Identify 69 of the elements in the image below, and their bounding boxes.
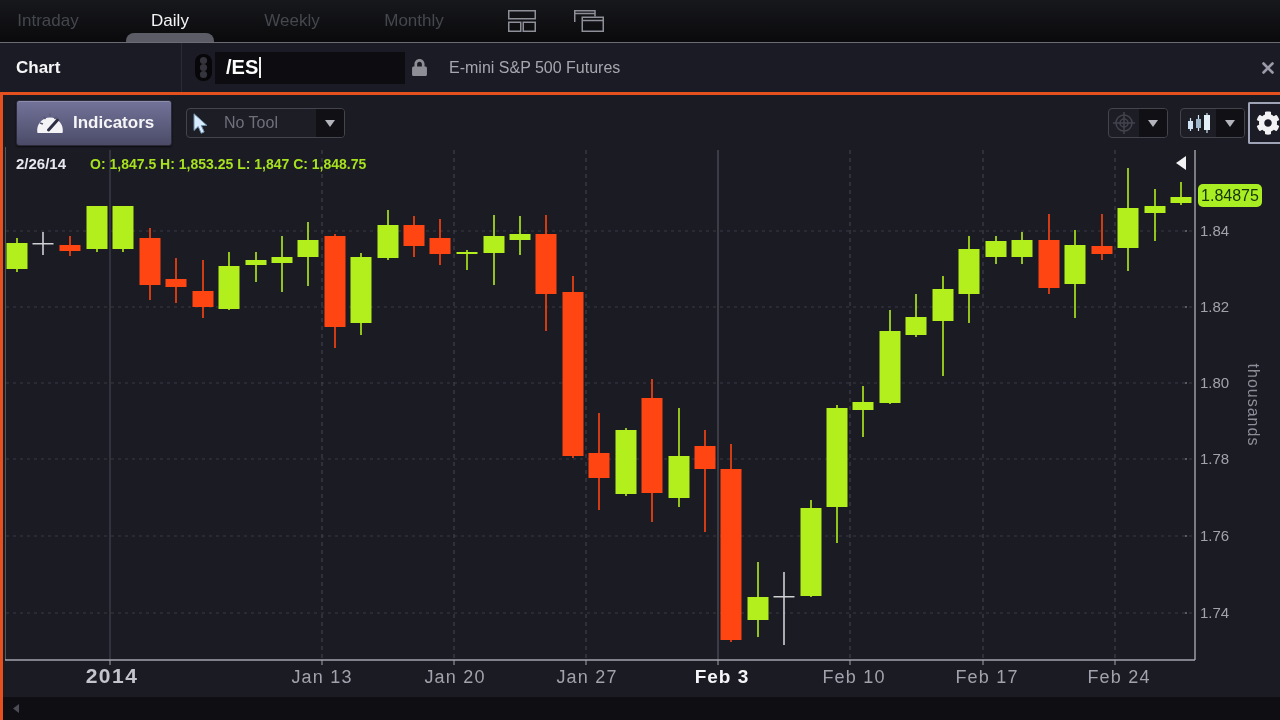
gauge-icon — [35, 111, 65, 135]
left-triangle-icon[interactable] — [1176, 156, 1186, 170]
settings-icon — [1256, 111, 1280, 135]
chart-type-dropdown[interactable] — [1180, 108, 1245, 138]
scrollbar[interactable] — [3, 697, 1280, 720]
candlestick-icon — [1185, 113, 1212, 133]
falling-candle — [429, 218, 451, 266]
falling-candle — [192, 259, 214, 319]
rising-candle — [456, 249, 478, 271]
instrument-description: E-mini S&P 500 Futures — [449, 58, 621, 77]
date-label: 2014 — [85, 664, 139, 687]
date-label: Feb 10 — [822, 667, 886, 687]
drawing-tool-dropdown[interactable]: No Tool — [186, 108, 345, 138]
view-tab[interactable]: Weekly — [244, 0, 340, 42]
rising-candle — [985, 235, 1007, 265]
bar-date: 2/26/14 — [16, 155, 67, 172]
date-label: Feb 24 — [1087, 667, 1151, 687]
price-label: 1.82 — [1200, 298, 1230, 315]
rising-candle — [852, 385, 874, 438]
unit-label: thousands — [1244, 363, 1262, 447]
falling-candle — [403, 215, 425, 258]
rising-candle — [297, 221, 319, 287]
rising-candle — [271, 235, 293, 293]
caret-icon — [1225, 119, 1235, 127]
panel-title: Chart — [16, 57, 61, 78]
view-tab[interactable]: Daily — [122, 0, 218, 42]
rising-candle — [905, 293, 927, 338]
cursor-icon — [193, 112, 208, 134]
crosshair-icon — [1113, 112, 1135, 134]
date-label: Feb 3 — [694, 666, 750, 687]
rising-candle — [1011, 231, 1033, 265]
settings-button[interactable] — [1248, 102, 1280, 144]
rising-candle — [1170, 181, 1192, 206]
rising-candle — [483, 214, 505, 286]
rising-candle — [615, 427, 637, 497]
rising-candle — [6, 237, 28, 273]
price-label: 1.76 — [1200, 527, 1230, 544]
symbol-field[interactable]: /ES — [215, 51, 405, 84]
rising-candle — [112, 205, 134, 253]
close-icon[interactable] — [1262, 61, 1274, 74]
date-label: Feb 17 — [955, 667, 1019, 687]
view-tab[interactable]: Monthly — [366, 0, 462, 42]
caret-icon — [1148, 119, 1158, 127]
indicators-button[interactable]: Indicators — [16, 100, 172, 146]
date-label: Jan 27 — [556, 667, 618, 687]
price-label: 1.80 — [1200, 374, 1230, 391]
caret-icon — [325, 119, 335, 127]
price-label: 1.78 — [1200, 450, 1230, 467]
date-label: Jan 13 — [291, 667, 353, 687]
doji-candle — [32, 231, 54, 256]
rising-candle — [509, 215, 531, 256]
lock-icon[interactable] — [411, 59, 428, 76]
rising-candle — [218, 251, 240, 311]
view-tab[interactable]: Intraday — [0, 0, 96, 42]
date-label: Jan 20 — [424, 667, 486, 687]
rising-candle — [245, 251, 267, 283]
stacked-windows-icon[interactable] — [574, 10, 604, 32]
falling-candle — [165, 257, 187, 304]
vertical-dots-icon[interactable] — [195, 54, 212, 81]
last-price-badge: 1.84875 — [1198, 184, 1262, 207]
ohlc-values: O: 1,847.5 H: 1,853.25 L: 1,847 C: 1,848.75 — [90, 156, 367, 172]
rising-candle — [1144, 188, 1166, 242]
falling-candle — [59, 235, 81, 257]
rising-candle — [377, 209, 399, 261]
price-label: 1.74 — [1200, 604, 1230, 621]
rising-candle — [86, 205, 108, 253]
price-label: 1.84 — [1200, 222, 1230, 239]
falling-candle — [1091, 213, 1113, 261]
layout-grid-icon[interactable] — [508, 10, 536, 32]
